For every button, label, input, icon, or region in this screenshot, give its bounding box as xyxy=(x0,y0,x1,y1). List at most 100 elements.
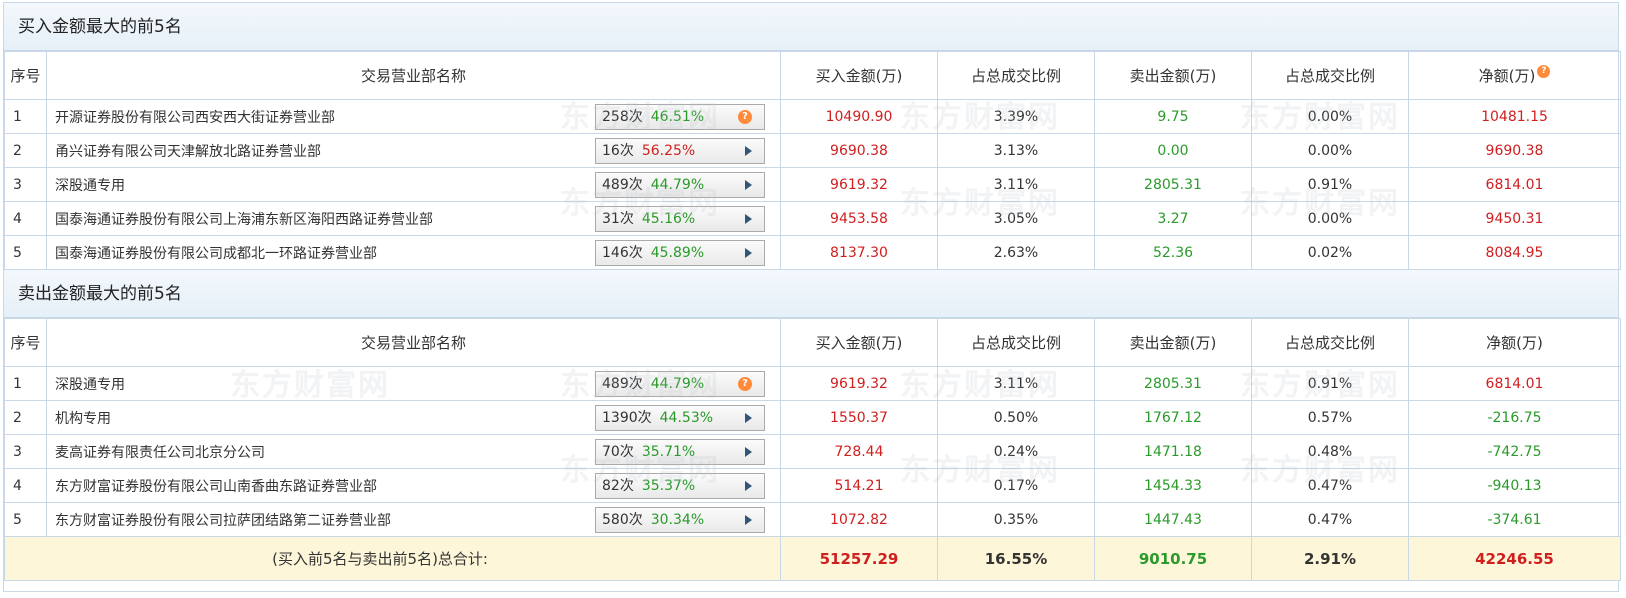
branch-name-cell: 国泰海通证券股份有限公司上海浦东新区海阳西路证券营业部 31次 45.16% xyxy=(46,201,781,236)
buy-ratio: 3.13% xyxy=(937,133,1095,168)
buy-amount: 10490.90 xyxy=(780,99,938,134)
buy-ratio: 3.11% xyxy=(937,366,1095,401)
branch-name-cell: 深股通专用 489次 44.79%? xyxy=(46,366,781,401)
play-arrow-icon[interactable] xyxy=(745,515,752,525)
net-amount: -374.61 xyxy=(1408,502,1621,537)
win-rate: 44.53% xyxy=(659,410,714,426)
branch-name-link[interactable]: 机构专用 xyxy=(55,408,111,428)
play-arrow-icon[interactable] xyxy=(745,413,752,423)
header-net-amount[interactable]: 净额(万)? xyxy=(1408,51,1621,100)
play-arrow-icon[interactable] xyxy=(745,146,752,156)
table-row: 2 甬兴证券有限公司天津解放北路证券营业部 16次 56.25% 9690.38 3.13… xyxy=(4,133,1621,168)
branch-name-link[interactable]: 麦高证券有限责任公司北京分公司 xyxy=(55,442,265,462)
trade-count-badge[interactable]: 70次 35.71% xyxy=(595,439,765,465)
sell-ratio: 0.91% xyxy=(1251,167,1409,202)
branch-name-link[interactable]: 国泰海通证券股份有限公司上海浦东新区海阳西路证券营业部 xyxy=(55,209,433,229)
table-row: 3 麦高证券有限责任公司北京分公司 70次 35.71% 728.44 0.24% 1471… xyxy=(4,434,1621,469)
trade-count-badge[interactable]: 31次 45.16% xyxy=(595,206,765,232)
total-sell-ratio: 2.91% xyxy=(1251,536,1409,581)
buy-amount: 8137.30 xyxy=(780,235,938,270)
net-amount: 9690.38 xyxy=(1408,133,1621,168)
win-rate: 46.51% xyxy=(650,109,705,125)
sell-amount: 9.75 xyxy=(1094,99,1252,134)
row-index: 1 xyxy=(4,366,47,401)
branch-name-cell: 机构专用 1390次 44.53% xyxy=(46,400,781,435)
net-amount: 8084.95 xyxy=(1408,235,1621,270)
branch-name-link[interactable]: 甬兴证券有限公司天津解放北路证券营业部 xyxy=(55,141,321,161)
sell-ratio: 0.02% xyxy=(1251,235,1409,270)
row-index: 2 xyxy=(4,400,47,435)
buy-top5-table: 序号 交易营业部名称 买入金额(万) 占总成交比例 卖出金额(万) 占总成交比例… xyxy=(4,51,1621,270)
sell-amount: 1767.12 xyxy=(1094,400,1252,435)
play-arrow-icon[interactable] xyxy=(745,481,752,491)
trade-count-badge[interactable]: 146次 45.89% xyxy=(595,240,765,266)
trade-count-badge[interactable]: 258次 46.51%? xyxy=(595,104,765,130)
sell-ratio: 0.00% xyxy=(1251,99,1409,134)
win-rate: 35.71% xyxy=(641,444,696,460)
buy-ratio: 3.39% xyxy=(937,99,1095,134)
sell-amount: 1447.43 xyxy=(1094,502,1252,537)
net-amount: 6814.01 xyxy=(1408,167,1621,202)
play-arrow-icon[interactable] xyxy=(745,248,752,258)
sell-ratio: 0.57% xyxy=(1251,400,1409,435)
net-amount: 10481.15 xyxy=(1408,99,1621,134)
sell-amount: 1471.18 xyxy=(1094,434,1252,469)
buy-amount: 9619.32 xyxy=(780,366,938,401)
buy-ratio: 0.17% xyxy=(937,468,1095,503)
table-row: 5 国泰海通证券股份有限公司成都北一环路证券营业部 146次 45.89% 8137.3… xyxy=(4,235,1621,270)
table-row: 1 深股通专用 489次 44.79%? 9619.32 3.11% 2805.31 0.91… xyxy=(4,366,1621,401)
trade-count-badge[interactable]: 82次 35.37% xyxy=(595,473,765,499)
play-arrow-icon[interactable] xyxy=(745,214,752,224)
trade-count: 16次 xyxy=(602,143,634,159)
branch-name-link[interactable]: 深股通专用 xyxy=(55,175,125,195)
win-rate: 44.79% xyxy=(650,376,705,392)
play-arrow-icon[interactable] xyxy=(745,447,752,457)
buy-amount: 9619.32 xyxy=(780,167,938,202)
buy-amount: 514.21 xyxy=(780,468,938,503)
branch-name-link[interactable]: 开源证券股份有限公司西安西大街证券营业部 xyxy=(55,107,335,127)
sell-amount: 2805.31 xyxy=(1094,366,1252,401)
header-buy-amount: 买入金额(万) xyxy=(780,51,938,100)
play-arrow-icon[interactable] xyxy=(745,180,752,190)
header-sell-ratio: 占总成交比例 xyxy=(1251,51,1409,100)
buy-ratio: 0.35% xyxy=(937,502,1095,537)
trade-count-badge[interactable]: 489次 44.79%? xyxy=(595,371,765,397)
trade-count-badge[interactable]: 16次 56.25% xyxy=(595,138,765,164)
trade-count-badge[interactable]: 580次 30.34% xyxy=(595,507,765,533)
win-rate: 30.34% xyxy=(650,512,705,528)
branch-name-link[interactable]: 国泰海通证券股份有限公司成都北一环路证券营业部 xyxy=(55,243,377,263)
header-buy-ratio: 占总成交比例 xyxy=(937,318,1095,367)
branch-name-link[interactable]: 深股通专用 xyxy=(55,374,125,394)
total-row: (买入前5名与卖出前5名)总合计: 51257.29 16.55% 9010.7… xyxy=(4,536,1621,581)
win-rate: 45.16% xyxy=(641,211,696,227)
sell-ratio: 0.00% xyxy=(1251,201,1409,236)
trade-count: 1390次 xyxy=(602,410,652,426)
total-label: (买入前5名与卖出前5名)总合计: xyxy=(4,536,781,581)
row-index: 5 xyxy=(4,502,47,537)
buy-ratio: 2.63% xyxy=(937,235,1095,270)
net-amount: 6814.01 xyxy=(1408,366,1621,401)
win-rate: 56.25% xyxy=(641,143,696,159)
help-icon[interactable]: ? xyxy=(1537,65,1551,78)
header-sell-ratio: 占总成交比例 xyxy=(1251,318,1409,367)
header-sell-amount: 卖出金额(万) xyxy=(1094,318,1252,367)
win-rate: 45.89% xyxy=(650,245,705,261)
help-icon[interactable]: ? xyxy=(738,110,752,124)
branch-name-cell: 麦高证券有限责任公司北京分公司 70次 35.71% xyxy=(46,434,781,469)
branch-name-link[interactable]: 东方财富证券股份有限公司山南香曲东路证券营业部 xyxy=(55,476,377,496)
table-header-row: 序号 交易营业部名称 买入金额(万) 占总成交比例 卖出金额(万) 占总成交比例… xyxy=(4,318,1621,367)
trade-count-badge[interactable]: 489次 44.79% xyxy=(595,172,765,198)
trade-count: 489次 xyxy=(602,376,643,392)
branch-name-link[interactable]: 东方财富证券股份有限公司拉萨团结路第二证券营业部 xyxy=(55,510,391,530)
sell-top5-title: 卖出金额最大的前5名 xyxy=(4,270,1618,318)
branch-name-cell: 东方财富证券股份有限公司山南香曲东路证券营业部 82次 35.37% xyxy=(46,468,781,503)
buy-top5-title: 买入金额最大的前5名 xyxy=(4,3,1618,51)
help-icon[interactable]: ? xyxy=(738,377,752,391)
row-index: 4 xyxy=(4,468,47,503)
header-buy-ratio: 占总成交比例 xyxy=(937,51,1095,100)
trade-count-badge[interactable]: 1390次 44.53% xyxy=(595,405,765,431)
table-row: 4 国泰海通证券股份有限公司上海浦东新区海阳西路证券营业部 31次 45.16% 945… xyxy=(4,201,1621,236)
sell-ratio: 0.47% xyxy=(1251,468,1409,503)
table-row: 3 深股通专用 489次 44.79% 9619.32 3.11% 2805.31 0.91%… xyxy=(4,167,1621,202)
sell-amount: 52.36 xyxy=(1094,235,1252,270)
